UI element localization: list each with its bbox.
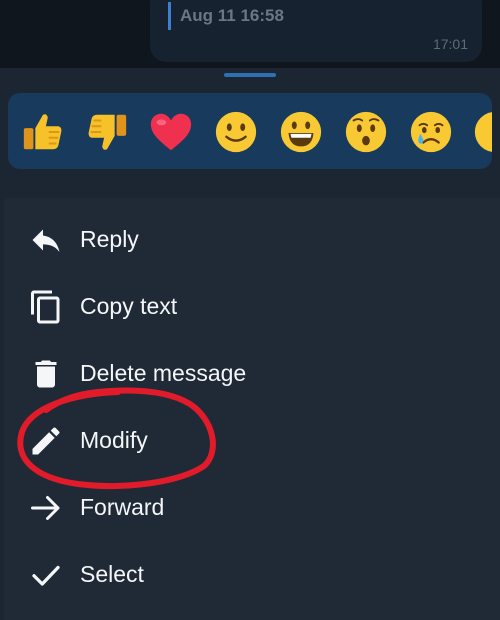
grinning-face-icon[interactable] xyxy=(278,109,324,155)
smiling-face-icon[interactable] xyxy=(213,109,259,155)
message-bubble[interactable]: Aug 11 16:58 17:01 xyxy=(150,0,482,62)
arrow-right-icon xyxy=(31,496,60,520)
thumbs-up-icon[interactable] xyxy=(20,109,66,155)
menu-item-reply[interactable]: Reply xyxy=(4,206,500,272)
reply-icon xyxy=(32,229,60,252)
context-menu: Reply Copy text Delete message Modify Fo… xyxy=(4,198,500,620)
sheet-handle[interactable] xyxy=(224,73,276,77)
menu-item-label: Reply xyxy=(80,226,139,252)
quoted-text: Aug 11 16:58 xyxy=(180,6,284,25)
menu-item-delete-message[interactable]: Delete message xyxy=(4,340,500,406)
menu-item-label: Copy text xyxy=(80,293,178,319)
crying-face-icon[interactable] xyxy=(408,109,454,155)
message-time: 17:01 xyxy=(432,36,468,52)
copy-icon xyxy=(31,290,60,324)
heart-icon[interactable] xyxy=(148,109,194,155)
menu-item-copy-text[interactable]: Copy text xyxy=(4,273,500,339)
thumbs-down-icon[interactable] xyxy=(84,109,130,155)
chat-area: Aug 11 16:58 17:01 xyxy=(0,0,500,68)
menu-item-select[interactable]: Select xyxy=(4,541,500,607)
pencil-icon xyxy=(32,427,60,455)
trash-icon xyxy=(35,360,57,388)
menu-item-modify[interactable]: Modify xyxy=(4,407,500,473)
context-sheet: Reply Copy text Delete message Modify Fo… xyxy=(0,68,500,620)
hushed-face-icon[interactable] xyxy=(343,109,389,155)
menu-item-label: Select xyxy=(80,561,144,587)
check-icon xyxy=(32,565,60,586)
menu-item-label: Forward xyxy=(80,494,165,520)
quote-bar xyxy=(168,2,171,30)
partial-emoji-icon[interactable] xyxy=(472,109,492,155)
menu-item-forward[interactable]: Forward xyxy=(4,474,500,540)
menu-item-label: Delete message xyxy=(80,360,247,386)
menu-item-label: Modify xyxy=(80,427,148,453)
reaction-bar xyxy=(8,93,492,169)
screen: Aug 11 16:58 17:01 Reply Copy text Delet… xyxy=(0,0,500,620)
